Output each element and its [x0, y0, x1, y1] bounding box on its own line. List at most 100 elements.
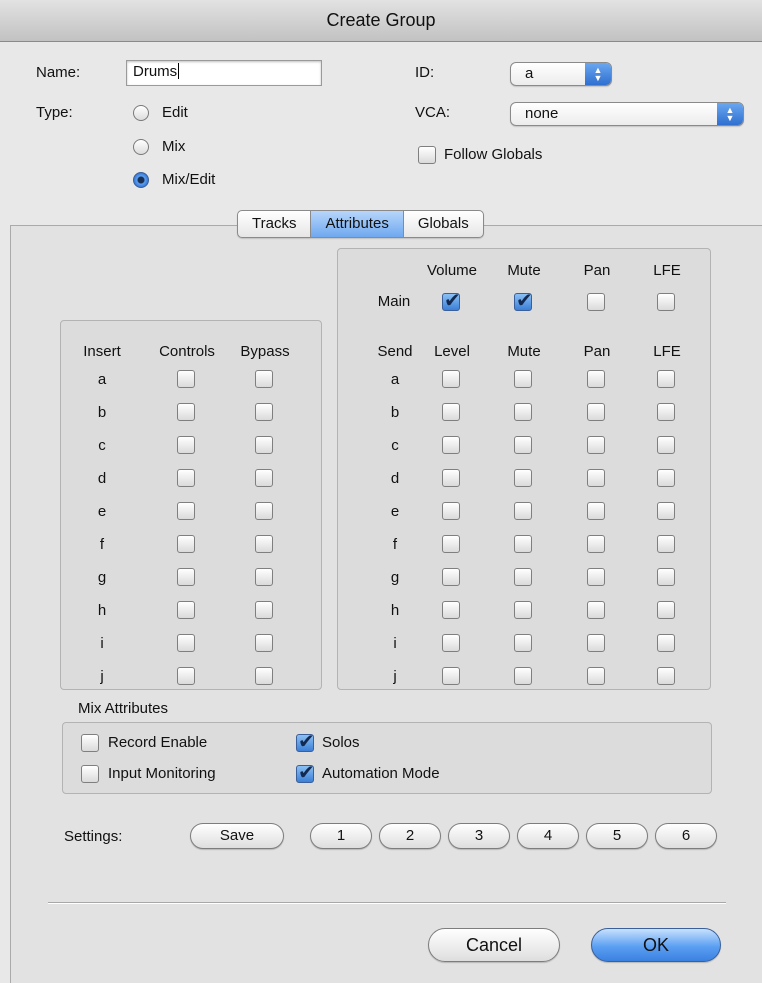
send-lfe-checkbox[interactable]: [657, 601, 675, 619]
send-lfe-checkbox[interactable]: [657, 436, 675, 454]
send-pan-checkbox[interactable]: [587, 667, 605, 685]
follow-globals-checkbox[interactable]: [418, 146, 436, 164]
cancel-button[interactable]: Cancel: [428, 928, 560, 962]
send-pan-checkbox[interactable]: [587, 601, 605, 619]
automation-mode-checkbox[interactable]: [296, 760, 315, 784]
insert-bypass-checkbox[interactable]: [255, 667, 273, 685]
type-mixedit-radio[interactable]: [133, 172, 149, 188]
main-lfe-checkbox[interactable]: [657, 293, 675, 311]
solos-checkbox[interactable]: [296, 729, 315, 753]
insert-row-label: d: [97, 470, 107, 487]
insert-controls-checkbox[interactable]: [177, 634, 195, 652]
main-volume-checkbox[interactable]: [442, 288, 461, 312]
insert-bypass-checkbox[interactable]: [255, 601, 273, 619]
send-mute-checkbox[interactable]: [514, 469, 532, 487]
send-mute-checkbox[interactable]: [514, 370, 532, 388]
insert-bypass-checkbox[interactable]: [255, 634, 273, 652]
send-pan-checkbox[interactable]: [587, 502, 605, 520]
send-row-label: f: [392, 536, 398, 553]
sends-col-header: Level: [434, 343, 470, 360]
send-lfe-checkbox[interactable]: [657, 667, 675, 685]
send-mute-checkbox[interactable]: [514, 601, 532, 619]
main-mute-checkbox[interactable]: [514, 288, 533, 312]
insert-bypass-checkbox[interactable]: [255, 370, 273, 388]
insert-controls-checkbox[interactable]: [177, 469, 195, 487]
ok-button[interactable]: OK: [591, 928, 721, 962]
settings-slot-3-button[interactable]: 3: [448, 823, 510, 849]
sends-col-header: Send: [377, 343, 413, 360]
send-row-label: i: [393, 635, 397, 652]
send-row-label: h: [390, 602, 400, 619]
settings-slot-6-button[interactable]: 6: [655, 823, 717, 849]
send-lfe-checkbox[interactable]: [657, 568, 675, 586]
send-lfe-checkbox[interactable]: [657, 502, 675, 520]
send-level-checkbox[interactable]: [442, 634, 460, 652]
vca-select[interactable]: none ▲ ▼: [510, 102, 744, 126]
send-pan-checkbox[interactable]: [587, 469, 605, 487]
insert-controls-checkbox[interactable]: [177, 601, 195, 619]
input-monitoring-checkbox[interactable]: [81, 765, 99, 783]
send-lfe-checkbox[interactable]: [657, 370, 675, 388]
insert-bypass-checkbox[interactable]: [255, 436, 273, 454]
send-mute-checkbox[interactable]: [514, 436, 532, 454]
send-level-checkbox[interactable]: [442, 667, 460, 685]
insert-bypass-checkbox[interactable]: [255, 469, 273, 487]
settings-slot-4-button[interactable]: 4: [517, 823, 579, 849]
name-value: Drums: [133, 63, 178, 80]
send-level-checkbox[interactable]: [442, 403, 460, 421]
send-pan-checkbox[interactable]: [587, 436, 605, 454]
send-lfe-checkbox[interactable]: [657, 634, 675, 652]
insert-controls-checkbox[interactable]: [177, 535, 195, 553]
main-pan-checkbox[interactable]: [587, 293, 605, 311]
send-level-checkbox[interactable]: [442, 370, 460, 388]
send-level-checkbox[interactable]: [442, 502, 460, 520]
send-pan-checkbox[interactable]: [587, 370, 605, 388]
send-mute-checkbox[interactable]: [514, 502, 532, 520]
insert-controls-checkbox[interactable]: [177, 502, 195, 520]
mix-attributes-title: Mix Attributes: [78, 700, 169, 717]
name-field[interactable]: Drums: [126, 60, 322, 86]
send-mute-checkbox[interactable]: [514, 634, 532, 652]
insert-controls-checkbox[interactable]: [177, 667, 195, 685]
type-mix-radio[interactable]: [133, 139, 149, 155]
settings-slot-1-button[interactable]: 1: [310, 823, 372, 849]
send-level-checkbox[interactable]: [442, 436, 460, 454]
send-pan-checkbox[interactable]: [587, 403, 605, 421]
insert-controls-checkbox[interactable]: [177, 436, 195, 454]
record-enable-checkbox[interactable]: [81, 734, 99, 752]
insert-row-label: h: [97, 602, 107, 619]
main-col-header: Pan: [583, 262, 611, 279]
id-select[interactable]: a ▲ ▼: [510, 62, 612, 86]
type-edit-radio[interactable]: [133, 105, 149, 121]
send-pan-checkbox[interactable]: [587, 535, 605, 553]
insert-bypass-checkbox[interactable]: [255, 502, 273, 520]
send-lfe-checkbox[interactable]: [657, 469, 675, 487]
insert-bypass-checkbox[interactable]: [255, 403, 273, 421]
send-lfe-checkbox[interactable]: [657, 535, 675, 553]
send-mute-checkbox[interactable]: [514, 667, 532, 685]
insert-controls-checkbox[interactable]: [177, 403, 195, 421]
settings-slot-2-button[interactable]: 2: [379, 823, 441, 849]
settings-save-button[interactable]: Save: [190, 823, 284, 849]
send-row-label: j: [393, 668, 397, 685]
send-pan-checkbox[interactable]: [587, 634, 605, 652]
tab-globals[interactable]: Globals: [404, 211, 483, 237]
send-level-checkbox[interactable]: [442, 601, 460, 619]
insert-controls-checkbox[interactable]: [177, 370, 195, 388]
send-mute-checkbox[interactable]: [514, 403, 532, 421]
id-value: a: [525, 65, 534, 82]
tab-tracks[interactable]: Tracks: [238, 211, 312, 237]
send-lfe-checkbox[interactable]: [657, 403, 675, 421]
insert-bypass-checkbox[interactable]: [255, 535, 273, 553]
insert-bypass-checkbox[interactable]: [255, 568, 273, 586]
insert-controls-checkbox[interactable]: [177, 568, 195, 586]
settings-slot-5-button[interactable]: 5: [586, 823, 648, 849]
send-mute-checkbox[interactable]: [514, 535, 532, 553]
send-level-checkbox[interactable]: [442, 568, 460, 586]
send-mute-checkbox[interactable]: [514, 568, 532, 586]
tab-attributes[interactable]: Attributes: [311, 211, 404, 237]
send-level-checkbox[interactable]: [442, 469, 460, 487]
send-pan-checkbox[interactable]: [587, 568, 605, 586]
send-level-checkbox[interactable]: [442, 535, 460, 553]
name-label: Name:: [36, 64, 81, 81]
